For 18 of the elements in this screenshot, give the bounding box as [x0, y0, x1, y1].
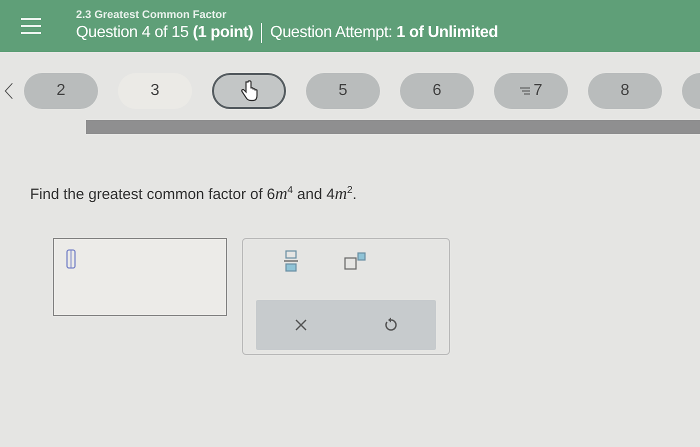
question-nav-button[interactable]: 3	[118, 73, 192, 109]
question-nav-button[interactable]: 8	[588, 73, 662, 109]
menu-icon[interactable]	[20, 16, 42, 36]
question-nav-button[interactable]: 6	[400, 73, 474, 109]
undo-icon[interactable]	[383, 317, 399, 333]
section-title: 2.3 Greatest Common Factor	[76, 9, 228, 21]
question-nav-button[interactable]: 2	[24, 73, 98, 109]
question-nav-button[interactable]: 7	[494, 73, 568, 109]
lines-icon	[520, 87, 530, 95]
question-text: Find the greatest common factor of 6m$^{4}$ and 4m$^{2}$.	[30, 184, 358, 204]
question-nav-button[interactable]	[212, 73, 286, 109]
close-icon[interactable]	[293, 317, 309, 333]
answer-field[interactable]	[53, 238, 227, 316]
attempt-info: Question Attempt: 1 of Unlimited	[270, 24, 498, 42]
text-cursor-icon	[66, 249, 76, 269]
question-nav-button[interactable]: 5	[306, 73, 380, 109]
hand-cursor-icon	[240, 80, 258, 102]
question-info: Question 4 of 15 (1 point)	[76, 24, 254, 42]
